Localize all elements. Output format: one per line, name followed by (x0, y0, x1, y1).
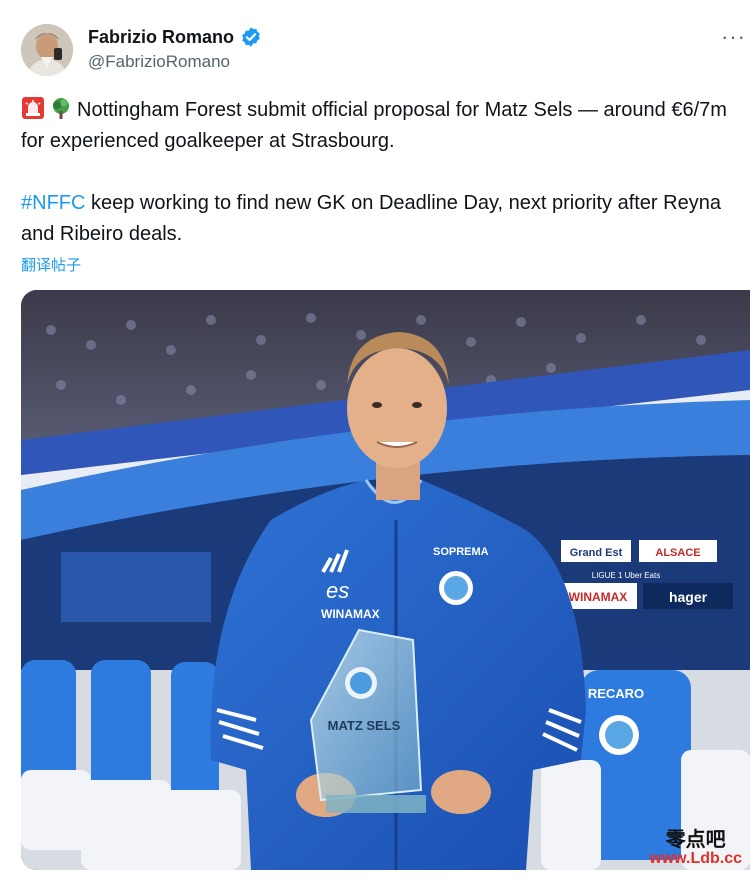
hashtag-link[interactable]: #NFFC (21, 192, 85, 214)
seat-recaro: RECARO (588, 686, 644, 701)
verified-badge-icon (242, 27, 260, 47)
jersey-winamax: WINAMAX (321, 607, 380, 621)
watermark-cn: 零点吧 (665, 827, 726, 851)
siren-emoji (22, 97, 44, 119)
watermark-url: www.Ldb.cc (649, 850, 742, 867)
tweet-text-line-2: keep working to find new GK on Deadline … (21, 192, 721, 245)
tweet-paragraph-2: #NFFC keep working to find new GK on Dea… (21, 188, 741, 250)
author-handle[interactable]: @FabrizioRomano (88, 52, 230, 72)
board-hager: hager (669, 589, 708, 605)
board-alsace: ALSACE (655, 547, 700, 559)
board-winamax: WINAMAX (569, 590, 628, 604)
jersey-es: es (326, 578, 349, 603)
author-avatar[interactable] (21, 24, 73, 76)
author-name[interactable]: Fabrizio Romano (88, 27, 234, 48)
tweet-header: Fabrizio Romano @FabrizioRomano ··· (21, 22, 750, 78)
tweet-text: Nottingham Forest submit official propos… (21, 95, 741, 250)
watermark: 零点吧 www.Ldb.cc (649, 828, 742, 868)
photo-illustration: Grand Est ALSACE WINAMAX hager LIGUE 1 U… (21, 290, 750, 870)
tweet-text-line-1: Nottingham Forest submit official propos… (21, 99, 727, 152)
tweet-paragraph-1: Nottingham Forest submit official propos… (21, 95, 741, 157)
translate-post-link[interactable]: 翻译帖子 (21, 254, 81, 275)
trophy-name: MATZ SELS (328, 718, 401, 733)
more-horizontal-icon[interactable]: ··· (721, 24, 746, 50)
board-grand-est: Grand Est (570, 547, 623, 559)
tree-emoji (53, 98, 69, 119)
jersey-soprema: SOPREMA (433, 546, 489, 558)
board-ligue1: LIGUE 1 Uber Eats (592, 571, 660, 580)
tweet-photo[interactable]: Grand Est ALSACE WINAMAX hager LIGUE 1 U… (21, 290, 750, 870)
